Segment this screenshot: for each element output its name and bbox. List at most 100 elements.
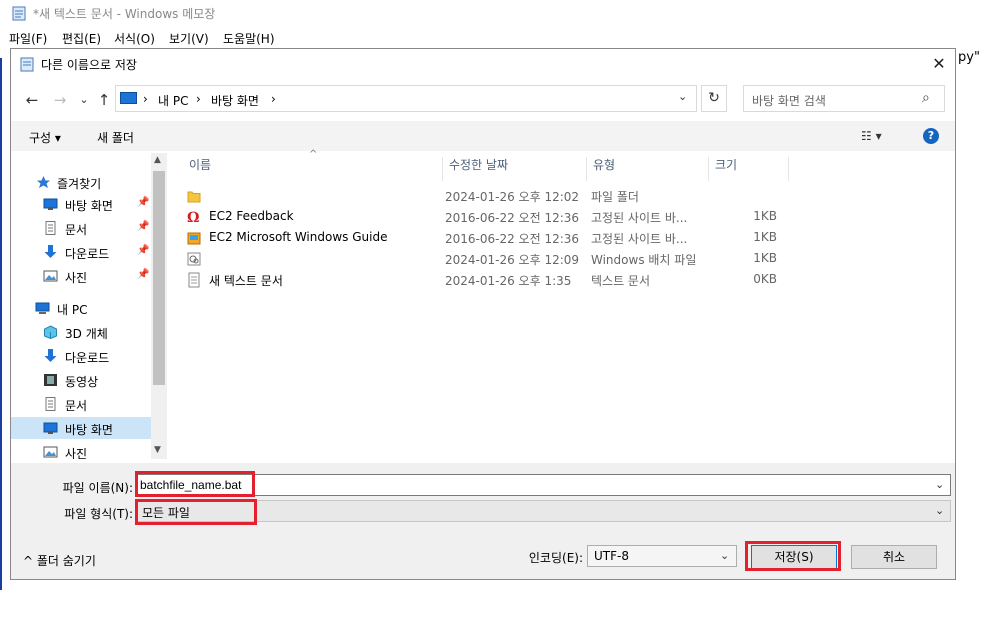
nav-item-3d-objects[interactable]: 3D 개체 — [11, 321, 151, 343]
notepad-titlebar: *새 텍스트 문서 - Windows 메모장 — [0, 0, 998, 26]
column-header-size[interactable]: 크기 — [709, 157, 789, 181]
notepad-text[interactable]: py" — [958, 50, 980, 65]
download-icon — [44, 245, 57, 258]
chevron-down-icon[interactable]: ⌄ — [720, 549, 729, 562]
back-button[interactable]: ← — [21, 89, 43, 111]
file-row[interactable]: 새 텍스트 문서 2024-01-26 오후 1:35 텍스트 문서 0KB — [183, 269, 803, 290]
forward-button[interactable]: → — [49, 89, 71, 111]
organize-button[interactable]: 구성 ▾ — [29, 129, 61, 146]
dialog-titlebar: 다른 이름으로 저장 ✕ — [11, 49, 955, 79]
column-header-type[interactable]: 유형 — [587, 157, 709, 181]
text-file-icon — [188, 272, 200, 288]
filename-input[interactable] — [140, 477, 920, 493]
file-date: 2024-01-26 오후 12:09 — [445, 253, 580, 267]
pin-icon[interactable]: 📌 — [137, 221, 149, 232]
search-icon[interactable]: ⌕ — [922, 90, 930, 106]
refresh-button[interactable]: ↻ — [701, 85, 727, 112]
nav-item-downloads-pinned[interactable]: 다운로드 📌 — [11, 241, 151, 263]
nav-item-label: 사진 — [65, 447, 88, 459]
nav-item-pictures[interactable]: 사진 — [11, 441, 151, 459]
file-row[interactable]: 2024-01-26 오후 12:02 파일 폴더 — [183, 185, 803, 206]
new-folder-button[interactable]: 새 폴더 — [97, 129, 134, 146]
nav-scrollbar[interactable]: ▲ ▼ — [151, 153, 167, 459]
view-options-icon[interactable]: ☷ ▾ — [861, 129, 882, 143]
nav-item-label: 내 PC — [57, 303, 88, 317]
nav-item-this-pc[interactable]: 내 PC — [11, 297, 151, 319]
nav-item-downloads[interactable]: 다운로드 — [11, 345, 151, 367]
desktop-icon — [43, 422, 58, 434]
cancel-button[interactable]: 취소 — [851, 545, 937, 569]
file-type: 고정된 사이트 바... — [591, 211, 688, 225]
address-bar[interactable]: › 내 PC › 바탕 화면 › ⌄ — [115, 85, 697, 112]
file-type: 고정된 사이트 바... — [591, 232, 688, 246]
file-size: 1KB — [753, 251, 777, 265]
save-highlight — [745, 541, 841, 571]
pin-icon[interactable]: 📌 — [137, 269, 149, 280]
hide-folders-button[interactable]: ^ 폴더 숨기기 — [23, 552, 96, 569]
nav-item-label: 문서 — [65, 399, 88, 413]
nav-item-documents-pinned[interactable]: 문서 📌 — [11, 217, 151, 239]
file-name: EC2 Feedback — [209, 209, 294, 223]
scroll-up-icon[interactable]: ▲ — [154, 155, 161, 165]
nav-item-quick-access[interactable]: 즐겨찾기 — [11, 171, 151, 193]
folder-icon — [187, 191, 201, 203]
pin-icon[interactable]: 📌 — [137, 245, 149, 256]
address-sep: › — [143, 92, 148, 106]
encoding-select[interactable]: UTF-8 ⌄ — [587, 545, 737, 567]
chevron-down-icon[interactable]: ⌄ — [678, 90, 687, 103]
file-row[interactable]: EC2 Microsoft Windows Guide 2016-06-22 오… — [183, 227, 803, 248]
search-box[interactable]: 바탕 화면 검색 ⌕ — [743, 85, 945, 112]
close-button[interactable]: ✕ — [927, 53, 951, 75]
document-icon — [45, 397, 56, 411]
nav-item-desktop-pinned[interactable]: 바탕 화면 📌 — [11, 193, 151, 215]
filename-label: 파일 이름(N): — [62, 481, 133, 495]
file-name: EC2 Microsoft Windows Guide — [209, 230, 388, 244]
file-row[interactable]: 2024-01-26 오후 12:09 Windows 배치 파일 1KB — [183, 248, 803, 269]
search-placeholder: 바탕 화면 검색 — [752, 94, 826, 108]
menu-view[interactable]: 보기(V) — [169, 30, 209, 47]
scroll-down-icon[interactable]: ▼ — [154, 445, 161, 455]
navigation-pane: 즐겨찾기 바탕 화면 📌 문서 📌 다운로드 📌 사진 📌 내 PC 3D 개체… — [11, 153, 167, 459]
nav-item-desktop[interactable]: 바탕 화면 — [11, 417, 151, 439]
crumb-my-pc[interactable]: 내 PC — [158, 92, 188, 109]
svg-text:Ω: Ω — [187, 210, 199, 225]
file-list: ^ 이름 수정한 날짜 유형 크기 2024-01-26 오후 12:02 파일… — [169, 149, 955, 459]
notepad-edge — [0, 58, 2, 590]
picture-icon — [43, 446, 58, 458]
column-header-date[interactable]: 수정한 날짜 — [443, 157, 587, 181]
nav-item-label: 바탕 화면 — [65, 199, 113, 213]
file-date: 2016-06-22 오전 12:36 — [445, 232, 580, 246]
desktop-icon — [43, 198, 58, 210]
address-sep: › — [271, 92, 276, 106]
filetype-select[interactable]: 모든 파일 ⌄ — [137, 500, 951, 522]
recent-locations-button[interactable]: ⌄ — [73, 89, 95, 111]
scrollbar-thumb[interactable] — [153, 171, 165, 385]
menu-format[interactable]: 서식(O) — [114, 30, 155, 47]
file-name: 새 텍스트 문서 — [209, 274, 283, 288]
help-icon[interactable]: ? — [923, 128, 939, 144]
notepad-icon — [12, 6, 26, 21]
up-button[interactable]: ↑ — [93, 89, 115, 111]
batch-file-icon — [187, 252, 201, 266]
star-icon — [37, 176, 50, 188]
file-row[interactable]: Ω EC2 Feedback 2016-06-22 오전 12:36 고정된 사… — [183, 206, 803, 227]
nav-item-documents[interactable]: 문서 — [11, 393, 151, 415]
chevron-down-icon[interactable]: ⌄ — [935, 478, 944, 491]
dialog-title: 다른 이름으로 저장 — [41, 58, 137, 72]
nav-item-label: 다운로드 — [65, 351, 110, 365]
nav-item-pictures-pinned[interactable]: 사진 📌 — [11, 265, 151, 287]
crumb-desktop[interactable]: 바탕 화면 — [211, 92, 259, 109]
menu-file[interactable]: 파일(F) — [9, 30, 47, 47]
encoding-label: 인코딩(E): — [528, 551, 583, 565]
nav-item-videos[interactable]: 동영상 — [11, 369, 151, 391]
guide-icon — [187, 232, 201, 245]
menu-edit[interactable]: 편집(E) — [62, 30, 101, 47]
filename-field[interactable]: ⌄ — [137, 474, 951, 496]
chevron-down-icon[interactable]: ⌄ — [935, 504, 944, 517]
file-size: 1KB — [753, 230, 777, 244]
file-date: 2024-01-26 오후 12:02 — [445, 190, 580, 204]
pin-icon[interactable]: 📌 — [137, 197, 149, 208]
menu-help[interactable]: 도움말(H) — [223, 30, 275, 47]
column-header-name[interactable]: 이름 — [183, 157, 443, 181]
notepad-icon — [20, 57, 34, 72]
